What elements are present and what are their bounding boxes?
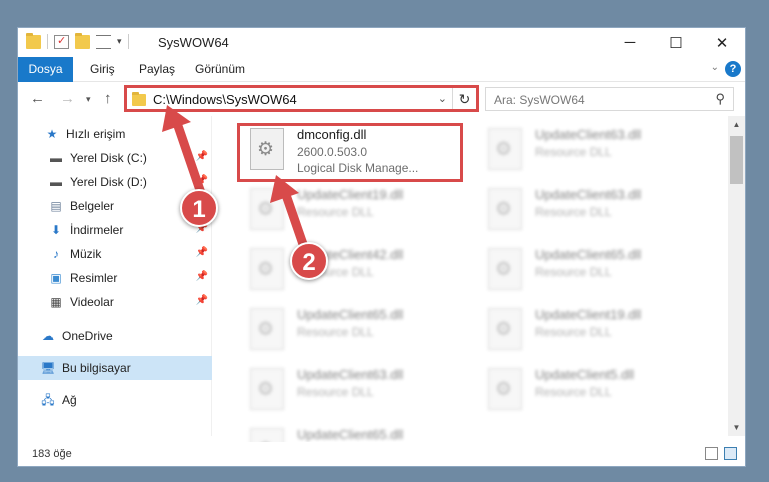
step-1-badge: 1 [180,189,218,227]
annotation-arrows [162,105,310,255]
arrow-to-file [270,175,310,255]
arrow-to-address [162,105,207,201]
step-2-badge: 2 [290,242,328,280]
